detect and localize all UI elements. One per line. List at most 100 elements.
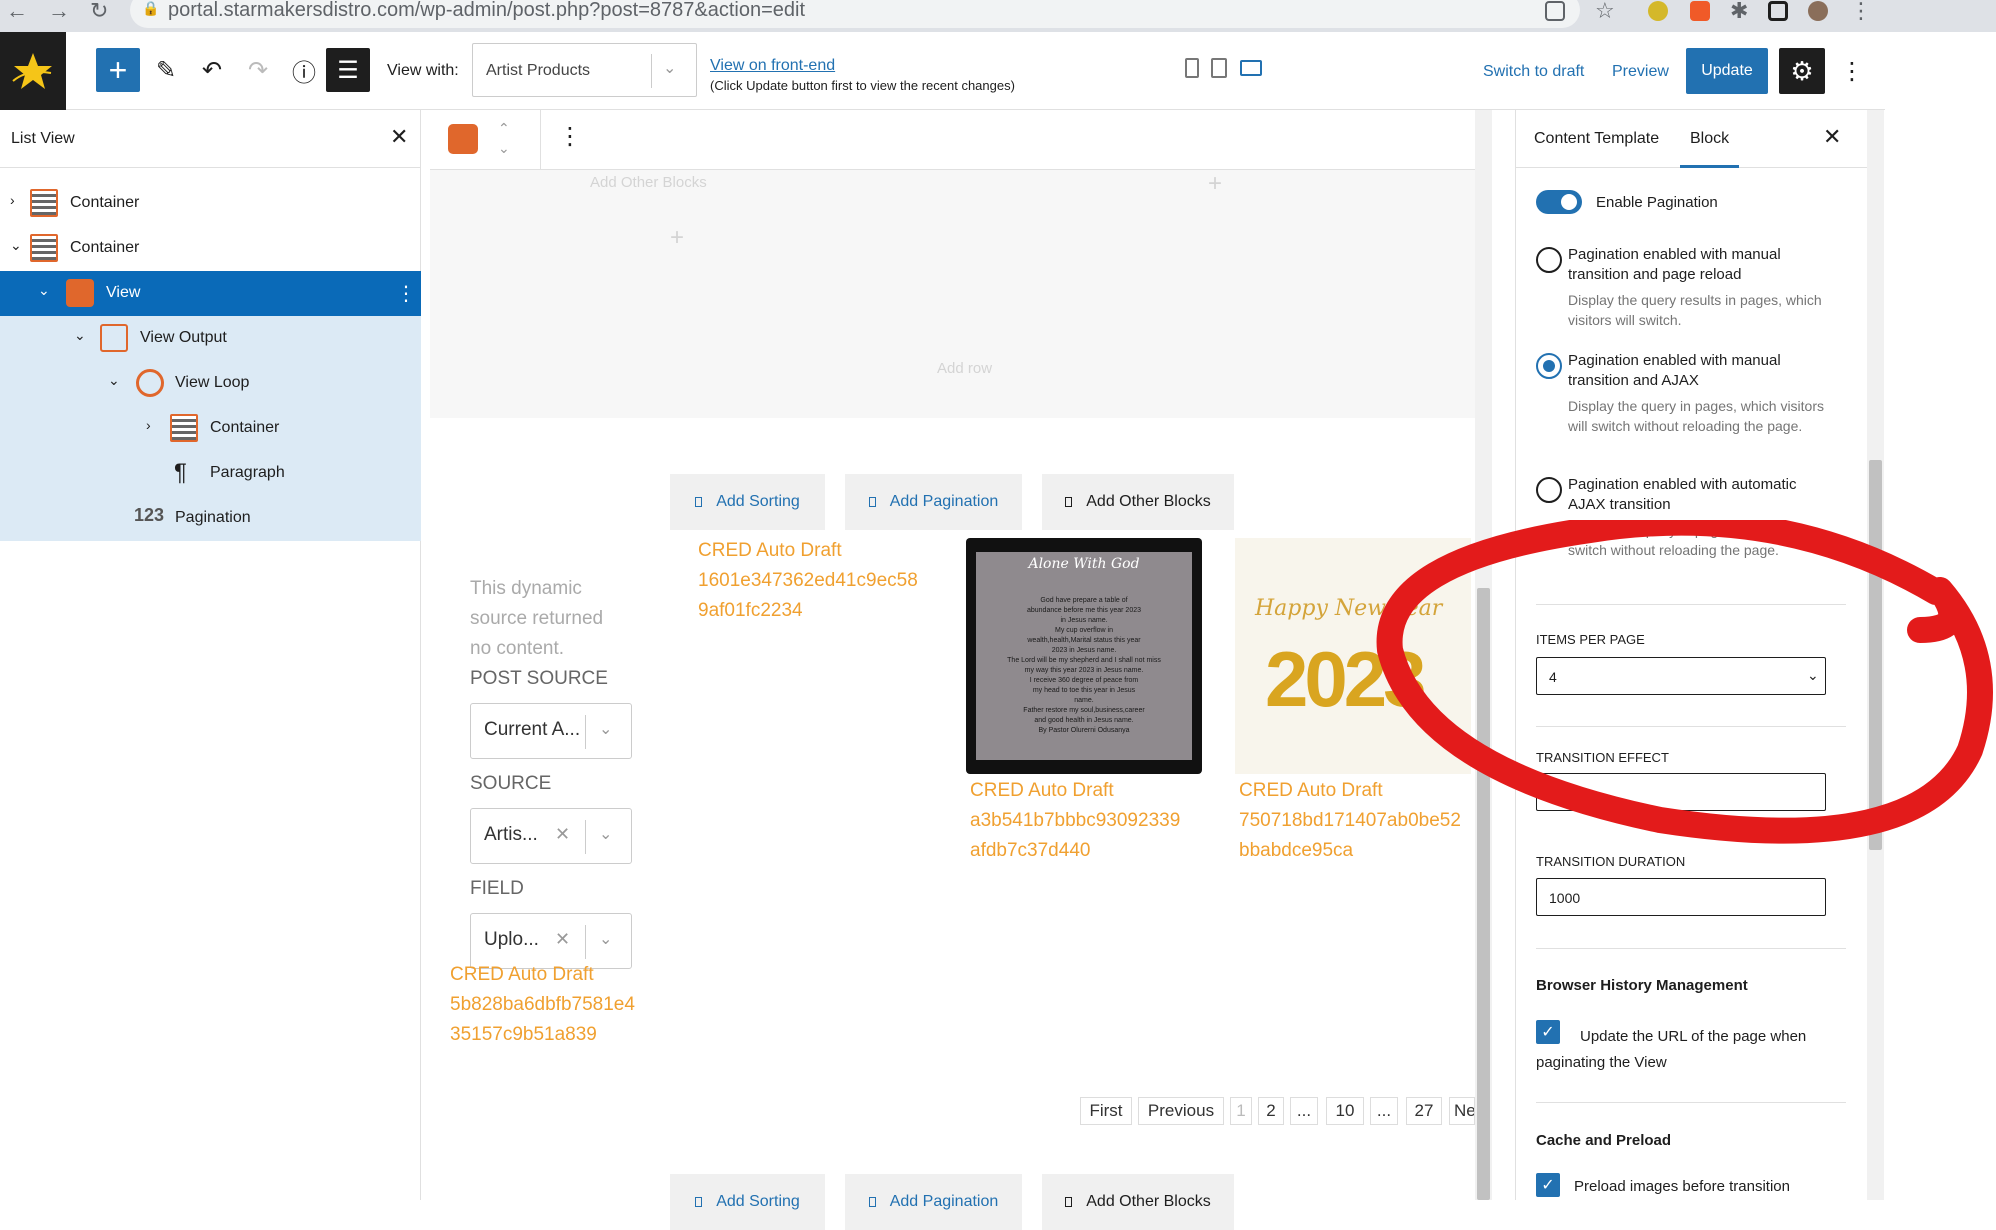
pagination-page[interactable]: 27 <box>1406 1097 1442 1125</box>
gear-icon[interactable]: ⚙ <box>1779 48 1825 94</box>
transition-effect-select[interactable]: Fade <box>1536 773 1826 811</box>
draft-id: a3b541b7bbbc93092339 <box>970 810 1181 831</box>
list-item[interactable]: ⌄ View Output <box>0 316 421 361</box>
add-other-blocks-button[interactable]: Add Other Blocks <box>1042 474 1234 530</box>
address-bar[interactable]: 🔒 portal.starmakersdistro.com/wp-admin/p… <box>130 0 1580 28</box>
list-item[interactable]: › Container <box>0 406 421 451</box>
share-icon[interactable] <box>1545 1 1565 21</box>
side-panel-icon[interactable] <box>1768 1 1788 21</box>
chevron-right-icon[interactable]: › <box>10 192 15 208</box>
source-select[interactable]: Artis... ✕ ⌄ <box>470 808 632 864</box>
bookmark-star-icon[interactable]: ☆ <box>1595 0 1615 22</box>
options-menu-icon[interactable]: ⋮ <box>1840 48 1864 94</box>
scrollbar-thumb[interactable] <box>1477 588 1490 1200</box>
chevron-down-icon[interactable]: ⌄ <box>38 282 50 299</box>
avatar[interactable] <box>1808 1 1828 21</box>
list-item[interactable]: ⌄ Container <box>0 226 421 271</box>
pagination-page-current[interactable]: 1 <box>1230 1097 1252 1125</box>
view-with-label: View with: <box>387 62 459 79</box>
add-sorting-button[interactable]: Add Sorting <box>670 1174 825 1230</box>
draft-id: 9af01fc2234 <box>698 600 803 621</box>
item-options-icon[interactable]: ⋮ <box>396 281 416 306</box>
undo-icon[interactable]: ↶ <box>190 48 234 92</box>
update-button[interactable]: Update <box>1686 48 1768 94</box>
draft-title[interactable]: CRED Auto Draft <box>698 536 842 566</box>
view-block-icon[interactable] <box>448 124 478 154</box>
pagination-next[interactable]: Ne <box>1449 1097 1475 1125</box>
chevron-down-icon[interactable]: ⌄ <box>108 372 120 389</box>
flyer-line: Father restore my soul,business,career <box>1023 707 1145 714</box>
close-icon[interactable]: ✕ <box>390 124 408 150</box>
list-item[interactable]: ⌄ View Loop <box>0 361 421 406</box>
reload-icon[interactable]: ↻ <box>90 0 108 22</box>
list-item[interactable]: 123 Pagination <box>0 496 421 541</box>
pagination-page[interactable]: 10 <box>1326 1097 1364 1125</box>
thumbnail-image[interactable]: Alone With God God have prepare a table … <box>966 538 1202 774</box>
enable-pagination-toggle[interactable] <box>1536 190 1582 214</box>
chevron-down-icon[interactable]: ⌄ <box>74 327 86 344</box>
flyer-title: Alone With God <box>1028 556 1140 572</box>
canvas-scrollbar[interactable] <box>1475 110 1492 1200</box>
list-item[interactable]: › Container <box>0 181 421 226</box>
items-per-page-select[interactable]: 4 ⌄ <box>1536 657 1826 695</box>
add-block-button[interactable]: + <box>96 48 140 92</box>
flyer-line: my head to toe this year in Jesus <box>1032 687 1136 694</box>
add-other-blocks-faint[interactable]: Add Other Blocks <box>590 174 707 191</box>
add-pagination-button[interactable]: Add Pagination <box>845 1174 1022 1230</box>
add-sorting-button[interactable]: Add Sorting <box>670 474 825 530</box>
draft-title[interactable]: CRED Auto Draft <box>1239 776 1383 806</box>
list-item[interactable]: ¶ Paragraph <box>0 451 421 496</box>
plus-icon[interactable]: + <box>670 224 684 252</box>
more-options-icon[interactable]: ⋮ <box>558 122 582 151</box>
add-other-blocks-button[interactable]: Add Other Blocks <box>1042 1174 1234 1230</box>
add-pagination-button[interactable]: Add Pagination <box>845 474 1022 530</box>
thumbnail-image[interactable]: Happy New Year 2023 <box>1235 538 1471 774</box>
browser-menu-icon[interactable]: ⋮ <box>1850 0 1872 22</box>
select-divider <box>585 925 586 959</box>
tablet-preview-icon[interactable] <box>1211 58 1227 78</box>
chevron-right-icon[interactable]: › <box>146 417 151 433</box>
pencil-icon[interactable]: ✎ <box>144 48 188 92</box>
forward-icon[interactable]: → <box>48 0 70 22</box>
draft-id: bbabdce95ca <box>1239 840 1354 861</box>
draft-title[interactable]: CRED Auto Draft <box>450 960 594 990</box>
draft-title[interactable]: CRED Auto Draft <box>970 776 1114 806</box>
radio-ajax[interactable] <box>1536 353 1562 379</box>
move-up-down-icon[interactable]: ⌃ ⌄ <box>498 118 510 158</box>
extension-icon[interactable] <box>1690 1 1710 21</box>
sidebar-scrollbar[interactable] <box>1867 110 1884 1200</box>
pagination-first[interactable]: First <box>1080 1097 1132 1125</box>
radio-page-reload[interactable] <box>1536 247 1562 273</box>
back-icon[interactable]: ← <box>6 0 28 22</box>
preview-button[interactable]: Preview <box>1612 63 1669 81</box>
chevron-down-icon[interactable]: ⌄ <box>10 237 22 254</box>
site-logo[interactable] <box>0 32 66 110</box>
plus-icon[interactable]: + <box>1208 170 1222 198</box>
extension-icon[interactable] <box>1648 1 1668 21</box>
clear-icon[interactable]: ✕ <box>555 929 570 950</box>
no-content-line: source returned <box>470 608 604 629</box>
tab-content-template[interactable]: Content Template <box>1534 130 1659 148</box>
desktop-preview-icon[interactable] <box>1240 60 1262 76</box>
view-with-select[interactable]: Artist Products ⌄ <box>472 43 697 97</box>
close-icon[interactable]: ✕ <box>1823 124 1841 150</box>
mobile-preview-icon[interactable] <box>1185 58 1199 78</box>
list-item-selected[interactable]: ⌄ View ⋮ <box>0 271 421 316</box>
redo-icon[interactable]: ↷ <box>236 48 280 92</box>
tab-block[interactable]: Block <box>1680 110 1740 168</box>
list-view-button[interactable]: ☰ <box>326 48 370 92</box>
view-frontend-link[interactable]: View on front-end <box>710 57 835 75</box>
radio-automatic-ajax[interactable] <box>1536 477 1562 503</box>
puzzle-icon[interactable]: ✱ <box>1730 0 1748 22</box>
clear-icon[interactable]: ✕ <box>555 824 570 845</box>
post-source-select[interactable]: Current A... ⌄ <box>470 703 632 759</box>
info-icon[interactable]: ⓘ <box>282 48 326 92</box>
add-row-faint[interactable]: Add row <box>937 360 992 377</box>
preload-images-checkbox[interactable]: ✓ <box>1536 1173 1560 1197</box>
pagination-previous[interactable]: Previous <box>1138 1097 1224 1125</box>
scrollbar-thumb[interactable] <box>1869 460 1882 850</box>
transition-duration-input[interactable]: 1000 <box>1536 878 1826 916</box>
pagination-page[interactable]: 2 <box>1258 1097 1284 1125</box>
list-view-panel: List View ✕ › Container ⌄ Container ⌄ Vi… <box>0 110 421 1200</box>
switch-to-draft-button[interactable]: Switch to draft <box>1483 63 1584 81</box>
